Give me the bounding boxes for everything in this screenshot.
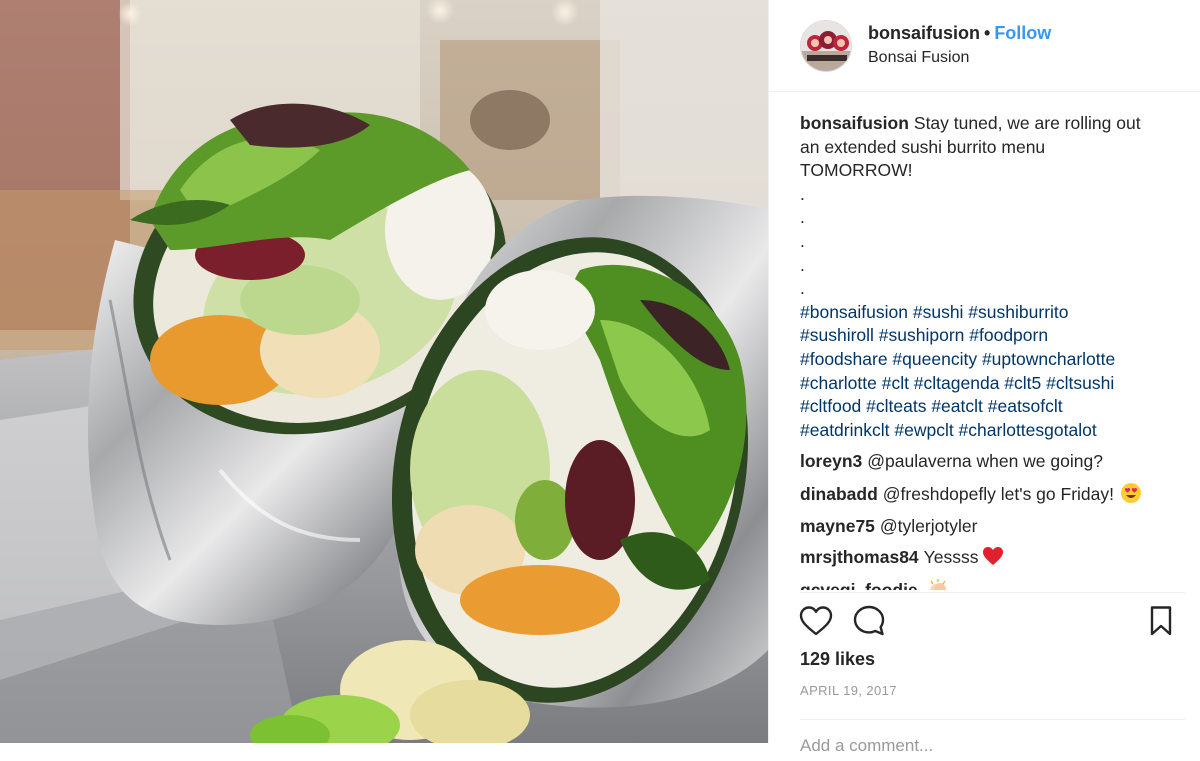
hashtags-line-5[interactable]: #cltfood #clteats #eatclt #eatsofclt: [800, 395, 1185, 419]
comment-text: @tylerjotyler: [879, 515, 978, 536]
post-details-panel: bonsaifusion • Follow Bonsai Fusion bonsai…: [768, 0, 1200, 761]
comment-item: dinabadd @freshdopefly let's go Friday!: [800, 482, 1185, 507]
caption: bonsaifusion Stay tuned, we are rolling o…: [800, 112, 1185, 442]
post-date: APRIL 19, 2017: [800, 683, 897, 698]
heart-outline-icon[interactable]: [799, 605, 833, 642]
caption-dot: .: [800, 254, 805, 275]
post-header: bonsaifusion • Follow Bonsai Fusion: [769, 0, 1200, 92]
caption-text-line-1: Stay tuned, we are rolling out: [913, 113, 1141, 133]
comment-username[interactable]: dinabadd: [800, 484, 878, 504]
hashtags-line-3[interactable]: #foodshare #queencity #uptowncharlotte: [800, 348, 1185, 372]
comment-text: @freshdopefly let's go Friday!: [882, 483, 1114, 504]
comment-username[interactable]: gcvegi_foodie: [800, 580, 918, 590]
caption-dot: .: [800, 278, 805, 299]
caption-text-line-2: an extended sushi burrito menu: [800, 136, 1046, 157]
comment-item: gcvegi_foodie: [800, 578, 1185, 590]
bookmark-icon[interactable]: [1149, 605, 1173, 642]
post-username[interactable]: bonsaifusion: [868, 23, 980, 43]
comment-bubble-icon[interactable]: [852, 604, 886, 643]
caption-username[interactable]: bonsaifusion: [800, 113, 909, 133]
comment-text: Yessss: [923, 547, 979, 568]
likes-count[interactable]: 129 likes: [800, 649, 875, 670]
hashtags-line-4[interactable]: #charlotte #clt #cltagenda #clt5 #cltsus…: [800, 372, 1185, 396]
caption-text-line-3: TOMORROW!: [800, 160, 913, 181]
hashtags-line-2[interactable]: #sushiroll #sushiporn #foodporn: [800, 324, 1185, 348]
comment-username[interactable]: loreyn3: [800, 451, 862, 471]
avatar[interactable]: [800, 20, 852, 72]
comments-list[interactable]: bonsaifusion Stay tuned, we are rolling o…: [800, 112, 1185, 590]
red-heart-emoji-icon: [982, 546, 1004, 566]
location-link[interactable]: Bonsai Fusion: [868, 49, 969, 67]
separator-dot: •: [984, 23, 991, 43]
add-comment-input[interactable]: [800, 731, 1185, 761]
hashtags-line-6[interactable]: #eatdrinkclt #ewpclt #charlottesgotalot: [800, 419, 1185, 443]
comment-text: @paulaverna when we going?: [867, 451, 1103, 472]
clapping-hands-emoji-icon: [927, 578, 949, 590]
caption-dot: .: [800, 230, 805, 251]
actions-divider: [800, 592, 1185, 593]
comment-item: mrsjthomas84 Yessss: [800, 546, 1185, 570]
username-row: bonsaifusion • Follow: [868, 23, 1051, 44]
heart-eyes-emoji-icon: [1120, 482, 1142, 504]
comment-username[interactable]: mayne75: [800, 516, 875, 536]
caption-dot: .: [800, 183, 805, 204]
add-comment-divider: [800, 719, 1185, 720]
comment-username[interactable]: mrsjthomas84: [800, 547, 919, 567]
comment-item: loreyn3 @paulaverna when we going?: [800, 450, 1185, 474]
sushi-burrito-image: [0, 0, 768, 743]
caption-dot: .: [800, 207, 805, 228]
hashtags-line-1[interactable]: #bonsaifusion #sushi #sushiburrito: [800, 301, 1185, 325]
post-photo[interactable]: [0, 0, 768, 743]
avatar-image: [801, 21, 851, 71]
follow-button[interactable]: Follow: [994, 23, 1051, 43]
comment-item: mayne75 @tylerjotyler: [800, 515, 1185, 539]
